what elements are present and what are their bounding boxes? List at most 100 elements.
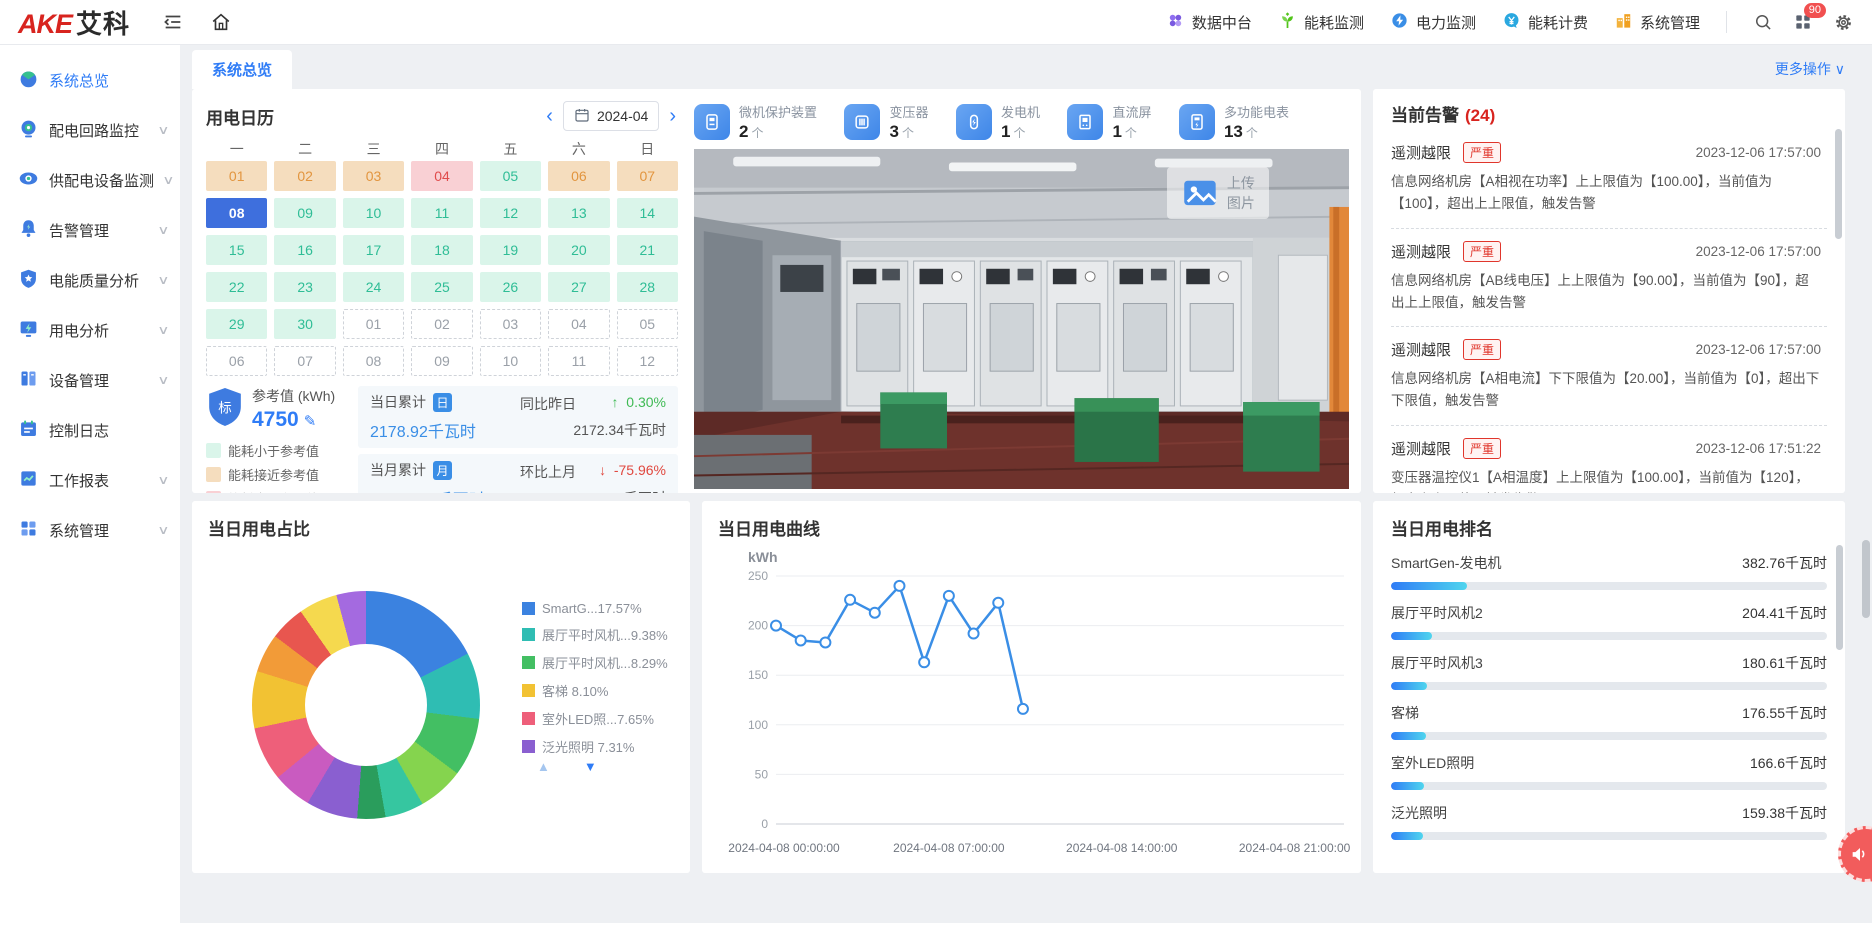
calendar-day-cell[interactable]: 19 xyxy=(480,235,541,265)
ranking-row[interactable]: 展厅平时风机3 180.61千瓦时 xyxy=(1391,653,1827,690)
calendar-day-cell[interactable]: 13 xyxy=(548,198,609,228)
calendar-day-cell[interactable]: 23 xyxy=(274,272,335,302)
calendar-day-cell[interactable]: 02 xyxy=(411,309,472,339)
ranking-row[interactable]: 室外LED照明 166.6千瓦时 xyxy=(1391,753,1827,790)
calendar-day-cell[interactable]: 06 xyxy=(206,346,267,376)
data-platform-icon xyxy=(1166,11,1185,34)
nav-item-4[interactable]: 系统管理 xyxy=(1614,11,1700,34)
nav-item-2[interactable]: 电力监测 xyxy=(1390,11,1476,34)
ranking-bar-fill xyxy=(1391,782,1424,790)
sidebar-item-0[interactable]: 系统总览 xyxy=(0,55,180,105)
calendar-day-cell[interactable]: 25 xyxy=(411,272,472,302)
calendar-day-cell[interactable]: 20 xyxy=(548,235,609,265)
calendar-day-cell[interactable]: 26 xyxy=(480,272,541,302)
apps-grid-icon[interactable]: 90 xyxy=(1793,12,1813,32)
donut-legend-item[interactable]: 展厅平时风机...9.38% xyxy=(522,625,668,644)
legend-page-up-icon[interactable]: ▲ xyxy=(537,759,550,774)
calendar-day-cell[interactable]: 12 xyxy=(617,346,678,376)
search-icon[interactable] xyxy=(1753,12,1773,32)
page-scrollbar[interactable] xyxy=(1862,540,1870,618)
donut-legend-item[interactable]: SmartG...17.57% xyxy=(522,601,668,616)
sidebar-item-2[interactable]: 供配电设备监测∨ xyxy=(0,155,180,205)
calendar-day-cell[interactable]: 07 xyxy=(617,161,678,191)
calendar-day-cell[interactable]: 30 xyxy=(274,309,335,339)
compare-value: 146516.23千瓦时 xyxy=(520,488,666,493)
sidebar-item-1[interactable]: 配电回路监控∨ xyxy=(0,105,180,155)
calendar-next-icon[interactable]: › xyxy=(667,106,678,126)
nav-item-0[interactable]: 数据中台 xyxy=(1166,11,1252,34)
sidebar-item-5[interactable]: 用电分析∨ xyxy=(0,305,180,355)
sidebar-collapse-icon[interactable] xyxy=(156,5,190,39)
home-icon[interactable] xyxy=(204,5,238,39)
tab-system-overview[interactable]: 系统总览 xyxy=(192,50,292,89)
calendar-day-cell[interactable]: 24 xyxy=(343,272,404,302)
alarm-item[interactable]: 遥测越限 严重 2023-12-06 17:57:00 信息网络机房【A相视在功… xyxy=(1391,130,1827,229)
app-logo[interactable]: AKE 艾科 xyxy=(18,4,130,41)
month-picker[interactable]: 2024-04 xyxy=(563,101,659,131)
calendar-day-cell[interactable]: 29 xyxy=(206,309,267,339)
usage-curve-panel: 当日用电曲线 kWh0501001502002502024-04-08 00:0… xyxy=(702,501,1361,873)
alarm-item[interactable]: 遥测越限 严重 2023-12-06 17:57:00 信息网络机房【AB线电压… xyxy=(1391,229,1827,328)
calendar-day-cell[interactable]: 06 xyxy=(548,161,609,191)
donut-legend-item[interactable]: 展厅平时风机...8.29% xyxy=(522,653,668,672)
sidebar-item-label: 配电回路监控 xyxy=(49,120,149,141)
sidebar-item-4[interactable]: 电能质量分析∨ xyxy=(0,255,180,305)
calendar-day-cell[interactable]: 01 xyxy=(343,309,404,339)
usage-share-donut[interactable] xyxy=(252,591,480,819)
logo-text-dark: 艾科 xyxy=(76,4,130,41)
calendar-day-cell[interactable]: 05 xyxy=(617,309,678,339)
calendar-day-cell[interactable]: 10 xyxy=(343,198,404,228)
calendar-day-cell[interactable]: 09 xyxy=(411,346,472,376)
ranking-row[interactable]: 泛光照明 159.38千瓦时 xyxy=(1391,803,1827,840)
calendar-day-cell[interactable]: 08 xyxy=(206,198,267,228)
calendar-day-cell[interactable]: 21 xyxy=(617,235,678,265)
calendar-day-cell[interactable]: 04 xyxy=(411,161,472,191)
donut-legend-item[interactable]: 泛光照明 7.31% xyxy=(522,737,668,756)
ranking-row[interactable]: 客梯 176.55千瓦时 xyxy=(1391,703,1827,740)
edit-reference-icon[interactable]: ✎ xyxy=(304,413,317,430)
gear-icon[interactable] xyxy=(1833,12,1854,33)
calendar-day-cell[interactable]: 11 xyxy=(548,346,609,376)
sidebar-item-8[interactable]: 工作报表∨ xyxy=(0,455,180,505)
nav-item-1[interactable]: 能耗监测 xyxy=(1278,11,1364,34)
calendar-day-cell[interactable]: 03 xyxy=(343,161,404,191)
sidebar-item-3[interactable]: 告警管理∨ xyxy=(0,205,180,255)
ranking-scrollbar[interactable] xyxy=(1836,545,1843,650)
calendar-day-cell[interactable]: 04 xyxy=(548,309,609,339)
donut-legend-item[interactable]: 客梯 8.10% xyxy=(522,681,668,700)
calendar-day-cell[interactable]: 01 xyxy=(206,161,267,191)
calendar-day-cell[interactable]: 14 xyxy=(617,198,678,228)
calendar-day-cell[interactable]: 05 xyxy=(480,161,541,191)
calendar-day-cell[interactable]: 02 xyxy=(274,161,335,191)
sidebar-item-9[interactable]: 系统管理∨ xyxy=(0,505,180,555)
ranking-row[interactable]: SmartGen-发电机 382.76千瓦时 xyxy=(1391,553,1827,590)
sidebar-item-6[interactable]: 设备管理∨ xyxy=(0,355,180,405)
sidebar-item-7[interactable]: 控制日志 xyxy=(0,405,180,455)
calendar-day-cell[interactable]: 16 xyxy=(274,235,335,265)
nav-item-3[interactable]: 能耗计费 xyxy=(1502,11,1588,34)
calendar-day-cell[interactable]: 28 xyxy=(617,272,678,302)
calendar-day-cell[interactable]: 09 xyxy=(274,198,335,228)
equipment-unit: 个 xyxy=(1246,126,1258,140)
alarm-item[interactable]: 遥测越限 严重 2023-12-06 17:57:00 信息网络机房【A相电流】… xyxy=(1391,327,1827,426)
calendar-day-cell[interactable]: 17 xyxy=(343,235,404,265)
donut-legend-item[interactable]: 室外LED照...7.65% xyxy=(522,709,668,728)
calendar-day-cell[interactable]: 18 xyxy=(411,235,472,265)
calendar-day-cell[interactable]: 11 xyxy=(411,198,472,228)
calendar-prev-icon[interactable]: ‹ xyxy=(544,106,555,126)
calendar-day-cell[interactable]: 27 xyxy=(548,272,609,302)
calendar-day-cell[interactable]: 22 xyxy=(206,272,267,302)
calendar-day-cell[interactable]: 03 xyxy=(480,309,541,339)
upload-image-button[interactable]: 上传图片 xyxy=(1167,167,1269,219)
calendar-day-cell[interactable]: 15 xyxy=(206,235,267,265)
alarm-scrollbar[interactable] xyxy=(1835,129,1842,239)
more-actions-link[interactable]: 更多操作 ∨ xyxy=(1775,59,1845,89)
alarm-item[interactable]: 遥测越限 严重 2023-12-06 17:51:22 变压器温控仪1【A相温度… xyxy=(1391,426,1827,493)
calendar-day-cell[interactable]: 12 xyxy=(480,198,541,228)
chevron-down-icon: ∨ xyxy=(157,373,169,387)
calendar-day-cell[interactable]: 08 xyxy=(343,346,404,376)
legend-page-down-icon[interactable]: ▼ xyxy=(584,759,597,774)
calendar-day-cell[interactable]: 10 xyxy=(480,346,541,376)
ranking-row[interactable]: 展厅平时风机2 204.41千瓦时 xyxy=(1391,603,1827,640)
calendar-day-cell[interactable]: 07 xyxy=(274,346,335,376)
